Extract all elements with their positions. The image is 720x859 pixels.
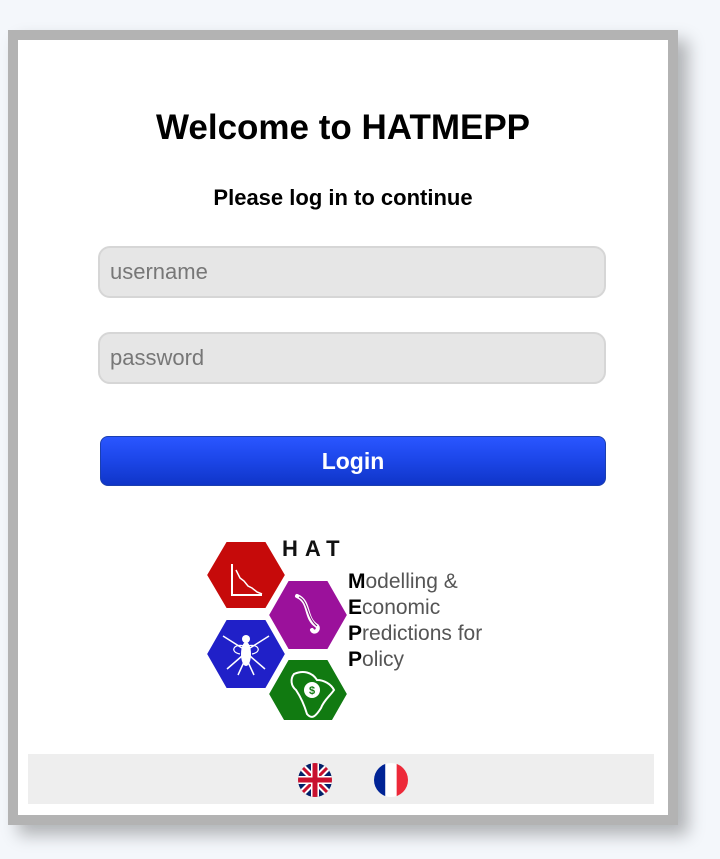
chart-icon [204, 540, 288, 610]
france-flag-icon[interactable] [374, 763, 408, 797]
logo-hat-text: HAT [282, 536, 347, 561]
logo-line-modelling: Modelling & [348, 570, 458, 593]
logo-line-predictions: Predictions for [348, 622, 483, 645]
uk-flag-icon[interactable] [298, 763, 332, 797]
language-bar [28, 754, 654, 804]
login-subtitle: Please log in to continue [213, 185, 473, 210]
logo-tagline: Modelling & Economic Predictions for Pol… [348, 569, 482, 673]
login-card: Welcome to HATMEPP Please log in to cont… [8, 30, 678, 825]
logo-line-policy: Policy [348, 648, 405, 671]
username-input[interactable] [98, 246, 606, 298]
login-button[interactable]: Login [100, 436, 606, 486]
logo-line-economic: Economic [348, 596, 441, 619]
password-input[interactable] [98, 332, 606, 384]
svg-text:$: $ [309, 685, 315, 697]
hatmepp-logo: $ HAT Modelling & Economic Predictions f… [196, 530, 516, 730]
page-title: Welcome to HATMEPP [155, 108, 531, 147]
